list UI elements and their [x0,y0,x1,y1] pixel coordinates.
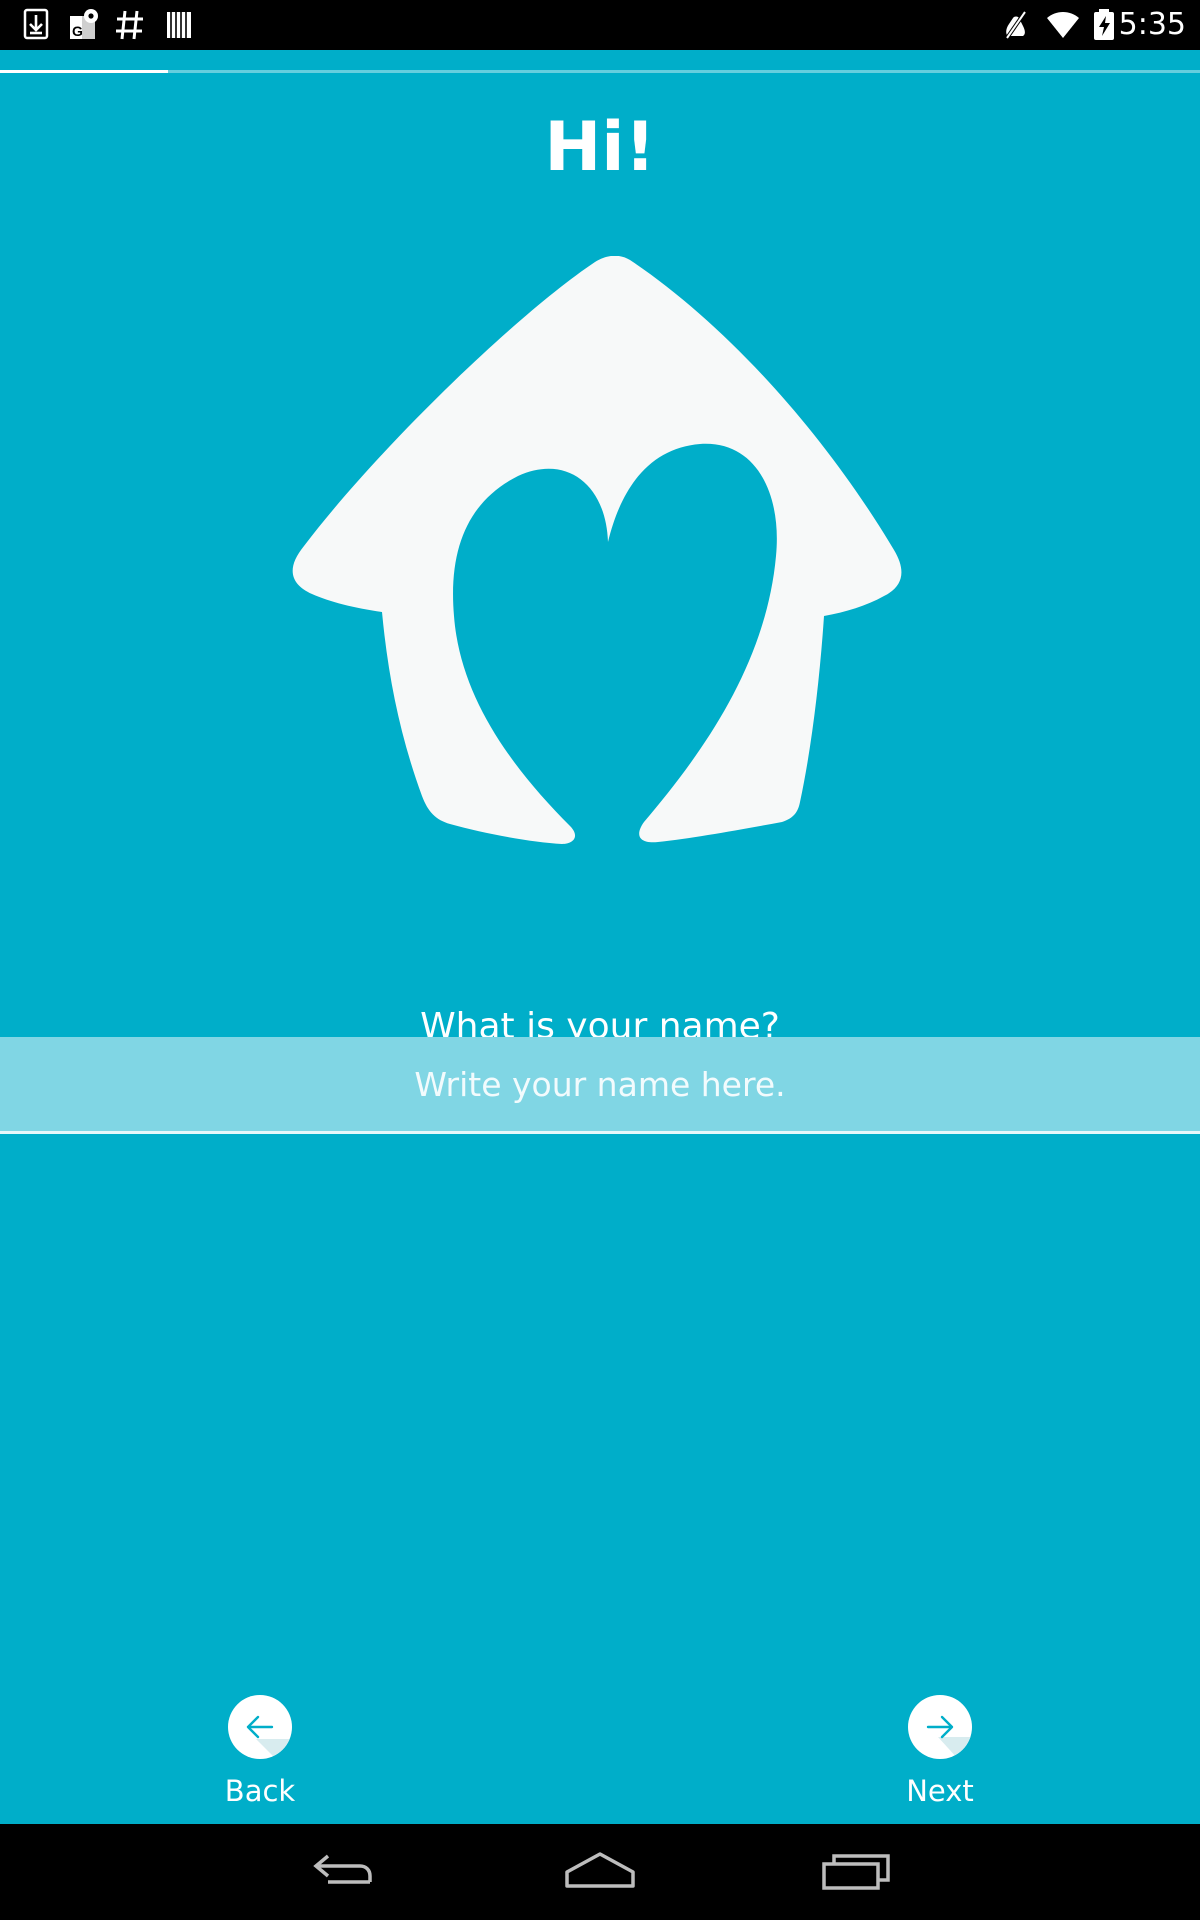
hash-icon [113,8,147,42]
next-label[interactable]: Next [875,1773,1005,1809]
recent-apps-icon[interactable] [812,1842,902,1902]
home-nav-icon[interactable] [555,1842,645,1902]
back-button[interactable]: Back [195,1695,325,1809]
clock: 5:35 [1118,7,1186,42]
name-field[interactable] [0,1037,1200,1134]
maps-notification-icon: G [67,8,101,42]
next-arrow-icon[interactable] [908,1695,972,1759]
back-nav-icon[interactable] [300,1842,390,1902]
mute-icon [999,8,1033,42]
logo-shape [292,256,902,844]
download-icon [20,8,54,42]
house-heart-logo [290,256,910,926]
progress-bar-fill [0,70,168,73]
page-title: Hi! [544,108,656,187]
status-bar: G 5:35 [0,0,1200,50]
back-label[interactable]: Back [195,1773,325,1809]
onboarding-screen: Hi! What is your name? Back Next [0,50,1200,1824]
back-arrow-icon[interactable] [228,1695,292,1759]
svg-text:G: G [72,23,83,39]
name-input[interactable] [0,1037,1200,1131]
battery-charging-icon [1087,8,1121,42]
system-navigation-bar [0,1824,1200,1920]
barcode-icon [162,8,196,42]
wifi-icon [1046,8,1080,42]
next-button[interactable]: Next [875,1695,1005,1809]
progress-bar [0,70,1200,73]
